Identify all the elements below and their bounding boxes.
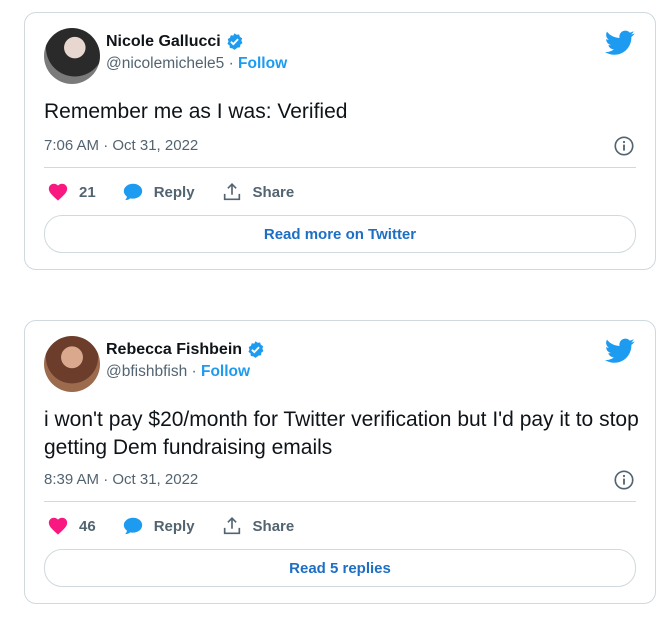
share-label: Share <box>252 183 295 201</box>
author-handle[interactable]: @nicolemichele5 <box>106 55 224 72</box>
verified-badge-icon <box>248 341 264 358</box>
divider <box>44 501 636 502</box>
author-name[interactable]: Rebecca Fishbein <box>106 341 242 359</box>
reply-bubble-icon <box>123 517 142 535</box>
like-count: 46 <box>79 517 96 535</box>
verified-badge-icon <box>227 33 243 50</box>
tweet-text: i won't pay $20/month for Twitter verifi… <box>44 408 639 459</box>
tweet-actions: 21 Reply Share <box>47 181 320 203</box>
reply-bubble-icon <box>123 183 142 201</box>
heart-icon <box>48 517 68 535</box>
info-icon[interactable] <box>613 135 635 157</box>
tweet-actions: 46 Reply Share <box>47 515 320 537</box>
info-icon[interactable] <box>613 469 635 491</box>
like-button[interactable]: 46 <box>47 515 96 537</box>
read-replies-button[interactable]: Read 5 replies <box>44 549 636 587</box>
tweet-header: Rebecca Fishbein @bfishbfish · Follow <box>44 336 639 392</box>
follow-link[interactable]: Follow <box>238 55 287 72</box>
tweet-timestamp[interactable]: 8:39 AM · Oct 31, 2022 <box>44 471 198 488</box>
tweet-header: Nicole Gallucci @nicolemichele5 · Follow <box>44 28 639 84</box>
reply-label: Reply <box>153 517 195 535</box>
avatar[interactable] <box>44 28 100 84</box>
like-button[interactable]: 21 <box>47 181 96 203</box>
author-block: Nicole Gallucci @nicolemichele5 · Follow <box>106 32 287 73</box>
author-handle[interactable]: @bfishbfish <box>106 363 187 380</box>
share-button[interactable]: Share <box>221 515 295 537</box>
share-icon <box>223 183 240 201</box>
share-icon <box>223 517 240 535</box>
like-count: 21 <box>79 183 96 201</box>
read-more-button[interactable]: Read more on Twitter <box>44 215 636 253</box>
heart-icon <box>48 183 68 201</box>
author-name[interactable]: Nicole Gallucci <box>106 33 221 51</box>
twitter-bird-icon[interactable] <box>605 338 635 364</box>
reply-button[interactable]: Reply <box>122 181 195 203</box>
separator-dot: · <box>228 55 239 72</box>
reply-label: Reply <box>153 183 195 201</box>
tweet-card: Nicole Gallucci @nicolemichele5 · Follow… <box>24 12 656 270</box>
author-block: Rebecca Fishbein @bfishbfish · Follow <box>106 340 265 381</box>
tweet-card: Rebecca Fishbein @bfishbfish · Follow i … <box>24 320 656 604</box>
tweet-timestamp[interactable]: 7:06 AM · Oct 31, 2022 <box>44 137 198 154</box>
avatar[interactable] <box>44 336 100 392</box>
separator-dot: · <box>191 363 201 380</box>
reply-button[interactable]: Reply <box>122 515 195 537</box>
follow-link[interactable]: Follow <box>201 363 250 380</box>
share-button[interactable]: Share <box>221 181 295 203</box>
divider <box>44 167 636 168</box>
share-label: Share <box>252 517 295 535</box>
twitter-bird-icon[interactable] <box>605 30 635 56</box>
tweet-text: Remember me as I was: Verified <box>44 100 348 123</box>
